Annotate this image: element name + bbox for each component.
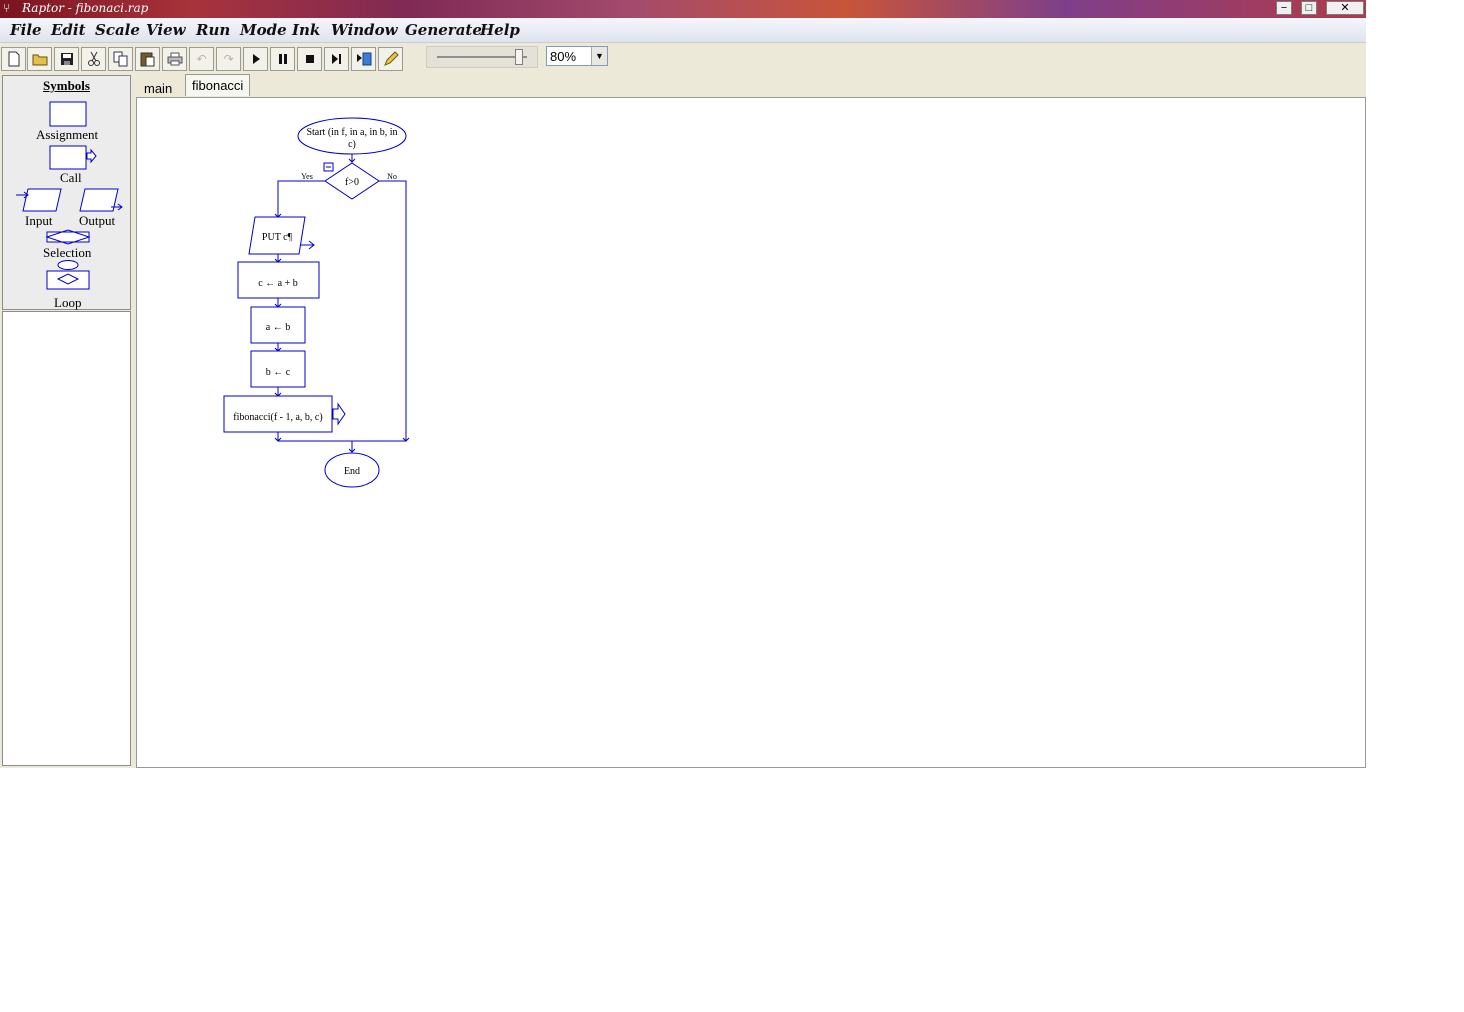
menu-scale[interactable]: Scale: [95, 21, 140, 39]
new-button[interactable]: [1, 47, 26, 71]
copy-icon: [113, 51, 127, 67]
minimize-button[interactable]: −: [1276, 1, 1292, 15]
output-label: PUT c¶: [262, 232, 293, 243]
yes-label: Yes: [301, 172, 313, 181]
symbols-panel: Symbols Assignment Call Input Output Sel…: [2, 75, 131, 310]
zoom-select[interactable]: 80% ▼: [546, 46, 608, 66]
maximize-icon: □: [1305, 2, 1313, 14]
toolbar: ↶ ↷: [0, 43, 1366, 73]
connector-yes-branch: [277, 180, 325, 217]
pause-icon: [278, 54, 287, 64]
save-button[interactable]: [54, 47, 79, 71]
step-button[interactable]: [324, 47, 349, 71]
menu-window[interactable]: Window: [331, 21, 398, 39]
flowchart-canvas[interactable]: Start (in f, in a, in b, in c) f>0 Yes N…: [136, 97, 1366, 768]
maximize-button[interactable]: □: [1301, 1, 1317, 15]
menu-edit[interactable]: Edit: [51, 21, 86, 39]
start-label-line1: Start (in f, in a, in b, in: [306, 127, 397, 138]
pen-icon: [383, 51, 399, 66]
print-button[interactable]: [162, 47, 187, 71]
redo-icon: ↷: [223, 52, 234, 66]
end-label: End: [344, 466, 360, 477]
connector-call-merge: [277, 432, 406, 442]
symbol-label-call: Call: [60, 170, 82, 185]
menu-generate[interactable]: Generate: [405, 21, 482, 39]
decision-label: f>0: [345, 177, 359, 188]
flowchart-svg: Start (in f, in a, in b, in c) f>0 Yes N…: [223, 117, 410, 488]
no-label: No: [387, 172, 397, 181]
assign3-label: b ← c: [266, 367, 291, 378]
menu-ink[interactable]: Ink: [292, 21, 320, 39]
menu-run[interactable]: Run: [196, 21, 230, 39]
assignment-symbol-icon[interactable]: [49, 101, 87, 127]
pause-button[interactable]: [270, 47, 295, 71]
tab-fibonacci[interactable]: fibonacci: [185, 74, 251, 96]
assign1-label: c ← a + b: [258, 278, 298, 289]
call-symbol-icon[interactable]: [49, 145, 97, 170]
symbols-svg: [16, 101, 123, 290]
window-title: Raptor - fibonaci.rap: [22, 1, 149, 15]
symbol-label-input: Input: [25, 213, 53, 228]
chevron-down-icon[interactable]: ▼: [591, 47, 607, 65]
symbol-label-output: Output: [79, 213, 116, 228]
printer-icon: [167, 52, 182, 66]
paste-button[interactable]: [135, 47, 160, 71]
clipboard-icon: [140, 52, 154, 67]
assign2-label: a ← b: [266, 322, 290, 333]
execute-button[interactable]: [243, 47, 268, 71]
close-button[interactable]: ✕: [1326, 1, 1364, 15]
server-test-icon: [356, 52, 371, 66]
undo-icon: ↶: [196, 52, 207, 66]
raptor-window: ⑂ Raptor - fibonaci.rap − □ ✕ File Edit …: [0, 0, 1366, 768]
ink-pen-button[interactable]: [378, 47, 403, 71]
input-symbol-icon[interactable]: [16, 188, 62, 212]
close-icon: ✕: [1340, 2, 1350, 14]
step-icon: [331, 54, 341, 64]
symbol-label-loop: Loop: [54, 295, 82, 310]
open-button[interactable]: [27, 47, 52, 71]
folder-open-icon: [32, 54, 47, 66]
zoom-value: 80%: [550, 49, 577, 64]
scissors-icon: [87, 51, 100, 66]
output-symbol-icon[interactable]: [79, 188, 123, 212]
raptor-icon: ⑂: [3, 1, 11, 15]
zoom-slider[interactable]: [426, 46, 538, 68]
zoom-slider-line: [437, 56, 527, 58]
menu-view[interactable]: View: [146, 21, 186, 39]
minimize-icon: −: [1280, 2, 1288, 14]
menu-file[interactable]: File: [10, 21, 42, 39]
menu-help[interactable]: Help: [480, 21, 520, 39]
new-file-icon: [8, 51, 19, 67]
variables-panel[interactable]: [2, 311, 131, 766]
test-server-button[interactable]: [351, 47, 376, 71]
menu-bar: File Edit Scale View Run Mode Ink Window…: [0, 18, 1366, 43]
zoom-slider-thumb[interactable]: [515, 49, 523, 65]
call-label: fibonacci(f - 1, a, b, c): [233, 412, 322, 423]
stop-button[interactable]: [297, 47, 322, 71]
play-icon: [252, 54, 260, 64]
title-bar: ⑂ Raptor - fibonaci.rap − □ ✕: [0, 0, 1366, 18]
start-label-line2: c): [348, 139, 356, 150]
selection-symbol-icon[interactable]: [45, 229, 91, 245]
symbol-label-assignment: Assignment: [36, 127, 99, 142]
cut-button[interactable]: [81, 47, 106, 71]
redo-button[interactable]: ↷: [216, 47, 241, 71]
copy-button[interactable]: [108, 47, 133, 71]
stop-icon: [305, 55, 314, 63]
menu-mode[interactable]: Mode: [240, 21, 287, 39]
connector-no-branch: [379, 180, 407, 441]
undo-button[interactable]: ↶: [189, 47, 214, 71]
symbol-label-selection: Selection: [43, 245, 92, 260]
floppy-disk-icon: [60, 53, 73, 65]
loop-symbol-icon[interactable]: [46, 260, 90, 290]
